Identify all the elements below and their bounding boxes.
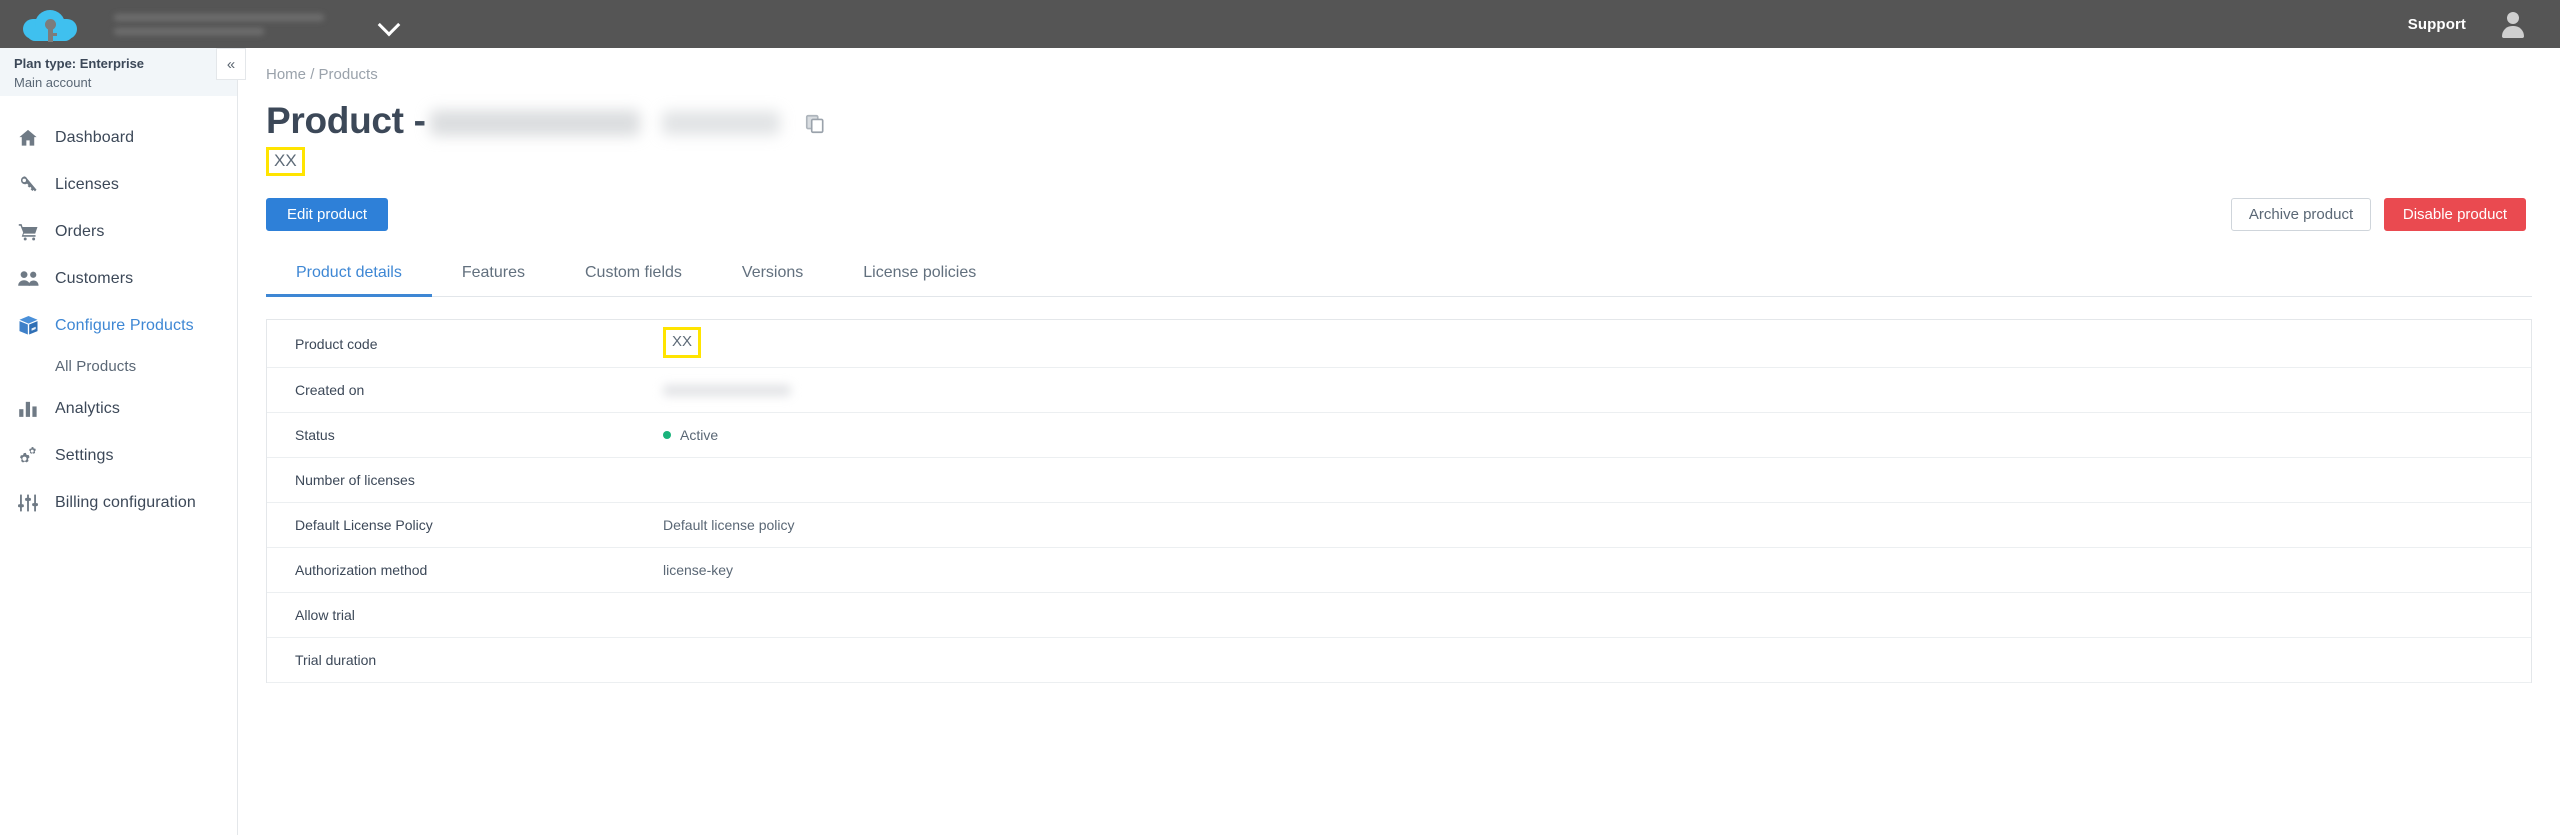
- table-row: Number of licenses: [267, 458, 2531, 503]
- gears-icon: [17, 445, 55, 467]
- tab-bar: Product details Features Custom fields V…: [266, 264, 2532, 297]
- sidebar-item-dashboard[interactable]: Dashboard: [0, 114, 237, 161]
- app-logo[interactable]: [0, 7, 100, 41]
- table-row: Product code XX: [267, 320, 2531, 368]
- row-label: Allow trial: [295, 607, 663, 623]
- sidebar: Plan type: Enterprise Main account Dashb…: [0, 48, 238, 835]
- row-value: Active: [663, 427, 718, 443]
- sidebar-item-label: Licenses: [55, 176, 119, 194]
- plan-info-box: Plan type: Enterprise Main account: [0, 48, 237, 96]
- product-name-redacted: [430, 110, 640, 136]
- sidebar-item-billing-configuration[interactable]: Billing configuration: [0, 479, 237, 526]
- support-link[interactable]: Support: [2408, 16, 2466, 33]
- user-avatar-icon[interactable]: [2500, 11, 2526, 37]
- table-row: Trial duration: [267, 638, 2531, 683]
- page-header: Product -: [238, 83, 2560, 143]
- sidebar-item-label: Customers: [55, 270, 133, 288]
- status-dot-icon: [663, 431, 671, 439]
- main-content: Home / Products Product - XX Edit produc…: [238, 48, 2560, 835]
- product-code-highlight: XX: [663, 327, 701, 358]
- copy-icon[interactable]: [804, 113, 826, 140]
- sliders-icon: [17, 492, 55, 514]
- row-value: XX: [663, 329, 701, 358]
- table-row: Created on: [267, 368, 2531, 413]
- row-label: Status: [295, 427, 663, 443]
- archive-product-button[interactable]: Archive product: [2231, 198, 2371, 231]
- sidebar-item-label: Orders: [55, 223, 105, 241]
- home-icon: [17, 127, 55, 149]
- row-label: Number of licenses: [295, 472, 663, 488]
- bar-chart-icon: [17, 398, 55, 420]
- page-title-text: Product -: [266, 100, 426, 141]
- package-box-icon: [17, 314, 55, 337]
- product-code-highlight-title: XX: [266, 147, 305, 176]
- sidebar-item-label: Dashboard: [55, 129, 134, 147]
- breadcrumb-products[interactable]: Products: [319, 66, 378, 83]
- secondary-actions: Archive product Disable product: [2231, 198, 2526, 231]
- key-icon: [17, 174, 55, 196]
- table-row: Authorization method license-key: [267, 548, 2531, 593]
- tab-custom-fields[interactable]: Custom fields: [555, 264, 712, 296]
- users-icon: [17, 268, 55, 290]
- sidebar-item-label: Analytics: [55, 400, 120, 418]
- edit-product-button[interactable]: Edit product: [266, 198, 388, 231]
- product-name-redacted-2: [662, 111, 780, 135]
- sidebar-nav: Dashboard Licenses Orders: [0, 96, 237, 526]
- row-label: Authorization method: [295, 562, 663, 578]
- row-value: license-key: [663, 562, 733, 578]
- tab-features[interactable]: Features: [432, 264, 555, 296]
- sidebar-item-analytics[interactable]: Analytics: [0, 385, 237, 432]
- tab-product-details[interactable]: Product details: [266, 264, 432, 296]
- sidebar-item-customers[interactable]: Customers: [0, 255, 237, 302]
- created-on-redacted: [663, 385, 791, 396]
- top-bar: Support: [0, 0, 2560, 48]
- plan-type-label: Plan type: Enterprise: [14, 55, 237, 73]
- disable-product-button[interactable]: Disable product: [2384, 198, 2526, 231]
- breadcrumb-home[interactable]: Home: [266, 66, 306, 83]
- status-badge: Active: [680, 427, 718, 443]
- breadcrumb: Home / Products: [238, 48, 2560, 83]
- row-value: Default license policy: [663, 517, 795, 533]
- row-label: Product code: [295, 336, 663, 352]
- row-value: [663, 385, 791, 396]
- row-label: Default License Policy: [295, 517, 663, 533]
- sidebar-item-licenses[interactable]: Licenses: [0, 161, 237, 208]
- row-label: Trial duration: [295, 652, 663, 668]
- breadcrumb-separator: /: [310, 66, 314, 83]
- tab-license-policies[interactable]: License policies: [833, 264, 1006, 296]
- action-buttons-row: Edit product Archive product Disable pro…: [238, 198, 2560, 244]
- sidebar-item-orders[interactable]: Orders: [0, 208, 237, 255]
- top-bar-right: Support: [2408, 11, 2560, 37]
- cloud-key-logo-icon: [23, 7, 77, 41]
- table-row: Default License Policy Default license p…: [267, 503, 2531, 548]
- sidebar-item-label: Billing configuration: [55, 494, 196, 512]
- sidebar-collapse-button[interactable]: «: [216, 48, 246, 80]
- page-title: Product -: [266, 99, 780, 143]
- table-row: Allow trial: [267, 593, 2531, 638]
- table-row: Status Active: [267, 413, 2531, 458]
- sidebar-item-all-products[interactable]: All Products: [0, 349, 237, 383]
- chevron-down-icon[interactable]: [376, 11, 402, 37]
- sidebar-item-settings[interactable]: Settings: [0, 432, 237, 479]
- sidebar-item-label: Configure Products: [55, 317, 194, 335]
- sidebar-subitem-label: All Products: [55, 358, 136, 375]
- account-label: Main account: [14, 73, 237, 92]
- sidebar-item-label: Settings: [55, 447, 114, 465]
- product-details-table: Product code XX Created on Status Active…: [266, 319, 2532, 683]
- row-label: Created on: [295, 382, 663, 398]
- sidebar-item-configure-products[interactable]: Configure Products: [0, 302, 237, 349]
- tab-versions[interactable]: Versions: [712, 264, 833, 296]
- organization-name-redacted: [114, 14, 324, 35]
- shopping-cart-icon: [17, 221, 55, 243]
